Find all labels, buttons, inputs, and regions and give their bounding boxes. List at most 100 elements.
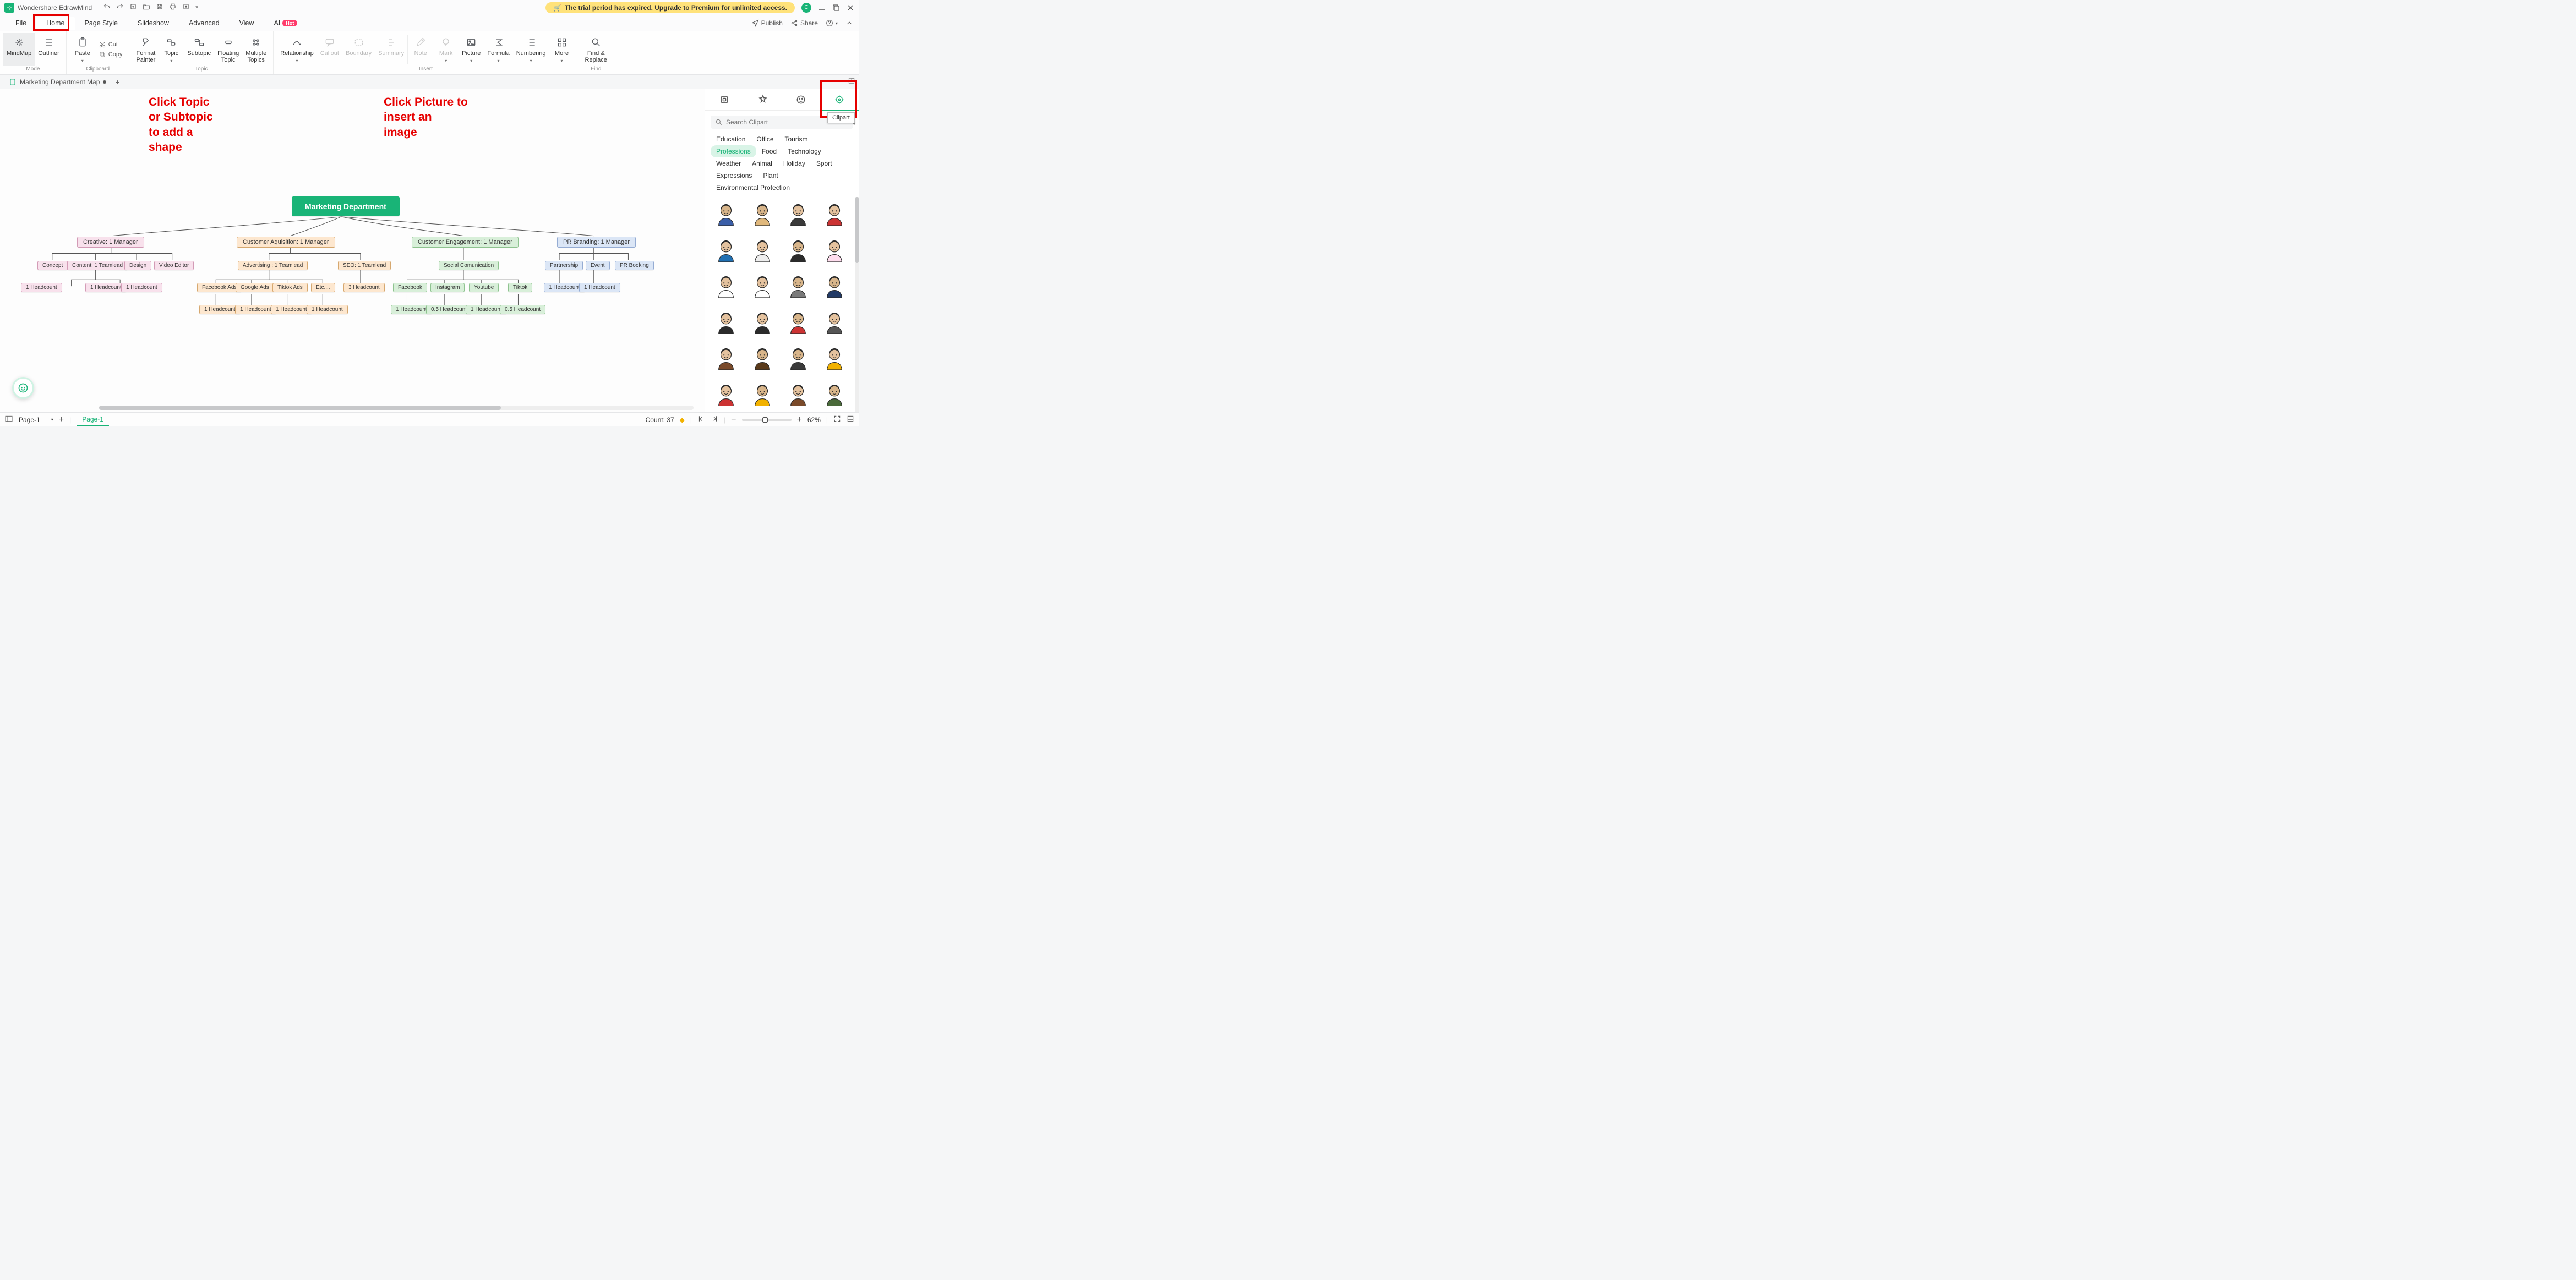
node-hc-a1[interactable]: 1 Headcount [199, 305, 241, 314]
trial-banner[interactable]: 🛒 The trial period has expired. Upgrade … [545, 2, 795, 13]
clipart-category[interactable]: Holiday [778, 157, 811, 169]
fit-right-button[interactable] [711, 415, 718, 424]
clipart-category[interactable]: Tourism [779, 133, 814, 145]
clipart-item[interactable] [783, 381, 814, 408]
node-hc-e4[interactable]: 0.5 Headcount [500, 305, 545, 314]
node-social[interactable]: Social Comunication [439, 261, 499, 270]
node-hc-a3[interactable]: 1 Headcount [271, 305, 312, 314]
minimize-button[interactable] [818, 4, 826, 12]
topic-button[interactable]: Topic ▾ [159, 33, 184, 66]
clipart-item[interactable] [819, 272, 850, 300]
fit-left-button[interactable] [697, 415, 705, 424]
print-button[interactable] [169, 3, 177, 12]
node-seo[interactable]: SEO: 1 Teamlead [338, 261, 391, 270]
rpanel-scrollbar-thumb[interactable] [855, 197, 859, 263]
menu-ai[interactable]: AI Hot [264, 17, 307, 30]
node-design[interactable]: Design [124, 261, 151, 270]
node-adv[interactable]: Advertising : 1 Teamlead [238, 261, 308, 270]
node-yt[interactable]: Youtube [469, 283, 499, 292]
clipart-category[interactable]: Education [711, 133, 751, 145]
node-custeng[interactable]: Customer Engagement: 1 Manager [412, 237, 519, 248]
help-button[interactable]: ▾ [826, 19, 838, 27]
clipart-item[interactable] [819, 237, 850, 264]
close-button[interactable] [847, 4, 854, 12]
clipart-item[interactable] [747, 272, 778, 300]
clipart-item[interactable] [711, 309, 741, 336]
rpanel-tab-style[interactable] [744, 89, 782, 110]
user-avatar[interactable]: C [801, 3, 811, 13]
clipart-item[interactable] [747, 344, 778, 372]
zoom-out-button[interactable]: − [731, 415, 736, 425]
clipart-category[interactable]: Weather [711, 157, 746, 169]
node-hc-e2[interactable]: 0.5 Headcount [426, 305, 472, 314]
clipart-category[interactable]: Environmental Protection [711, 182, 795, 194]
clipart-category[interactable]: Expressions [711, 169, 757, 182]
node-hc-c3[interactable]: 1 Headcount [121, 283, 162, 292]
node-hc-p2[interactable]: 1 Headcount [579, 283, 620, 292]
clipart-item[interactable] [711, 272, 741, 300]
clipart-category[interactable]: Technology [782, 145, 827, 157]
node-gads[interactable]: Google Ads [236, 283, 274, 292]
ai-chat-fab[interactable] [12, 377, 34, 399]
clipart-item[interactable] [747, 381, 778, 408]
node-creative[interactable]: Creative: 1 Manager [77, 237, 144, 248]
add-document-button[interactable]: + [112, 78, 123, 86]
node-tt[interactable]: Tiktok [508, 283, 532, 292]
menu-advanced[interactable]: Advanced [179, 17, 230, 30]
node-fb[interactable]: Facebook [393, 283, 427, 292]
node-custaq[interactable]: Customer Aquisition: 1 Manager [237, 237, 335, 248]
new-button[interactable] [129, 3, 137, 12]
clipart-category[interactable]: Sport [811, 157, 838, 169]
clipart-category[interactable]: Plant [757, 169, 783, 182]
note-button[interactable]: Note [408, 33, 433, 66]
page-selector[interactable]: Page-1 ▾ [19, 416, 53, 424]
share-button[interactable]: Share [790, 19, 818, 27]
mindmap-mode-button[interactable]: MindMap [3, 33, 35, 66]
clipart-item[interactable] [819, 344, 850, 372]
node-concept[interactable]: Concept [37, 261, 68, 270]
clipart-item[interactable] [747, 237, 778, 264]
copy-button[interactable]: Copy [95, 50, 126, 59]
node-etc[interactable]: Etc.... [311, 283, 335, 292]
picture-button[interactable]: Picture ▾ [459, 33, 484, 66]
node-partnership[interactable]: Partnership [545, 261, 583, 270]
canvas[interactable]: Click Topic or Subtopic to add a shape C… [0, 89, 705, 412]
rpanel-tab-outline[interactable] [705, 89, 744, 110]
redo-button[interactable] [116, 3, 124, 12]
outline-toggle[interactable] [4, 414, 13, 425]
node-pr[interactable]: PR Branding: 1 Manager [557, 237, 636, 248]
clipart-item[interactable] [711, 200, 741, 228]
node-hc-c1[interactable]: 1 Headcount [21, 283, 62, 292]
clipart-item[interactable] [747, 309, 778, 336]
fullscreen-button[interactable] [847, 415, 854, 424]
menu-slideshow[interactable]: Slideshow [128, 17, 179, 30]
document-tab[interactable]: Marketing Department Map [3, 75, 112, 89]
clipart-item[interactable] [711, 381, 741, 408]
save-button[interactable] [156, 3, 163, 12]
node-hc-a2[interactable]: 1 Headcount [235, 305, 276, 314]
clipart-item[interactable] [783, 237, 814, 264]
node-ttads[interactable]: Tiktok Ads [272, 283, 308, 292]
node-ig[interactable]: Instagram [430, 283, 465, 292]
clipart-item[interactable] [783, 344, 814, 372]
find-replace-button[interactable]: Find & Replace [582, 33, 610, 66]
numbering-button[interactable]: Numbering ▾ [513, 33, 549, 66]
zoom-knob[interactable] [762, 417, 768, 423]
more-button[interactable]: More ▾ [549, 33, 575, 66]
page-tab[interactable]: Page-1 [77, 414, 109, 426]
callout-button[interactable]: Callout [317, 33, 342, 66]
node-video[interactable]: Video Editor [154, 261, 194, 270]
cut-button[interactable]: Cut [95, 40, 126, 50]
relationship-button[interactable]: Relationship ▾ [277, 33, 317, 66]
rpanel-tab-icon[interactable] [782, 89, 821, 110]
menu-page-style[interactable]: Page Style [75, 17, 128, 30]
clipart-category[interactable]: Animal [746, 157, 778, 169]
subtopic-button[interactable]: Subtopic [184, 33, 214, 66]
multiple-topics-button[interactable]: Multiple Topics [242, 33, 270, 66]
clipart-item[interactable] [783, 272, 814, 300]
floating-topic-button[interactable]: Floating Topic [214, 33, 242, 66]
add-page-button[interactable]: + [59, 415, 64, 425]
clipart-category[interactable]: Office [751, 133, 779, 145]
publish-button[interactable]: Publish [751, 19, 783, 27]
canvas-h-scrollbar-thumb[interactable] [99, 406, 501, 410]
